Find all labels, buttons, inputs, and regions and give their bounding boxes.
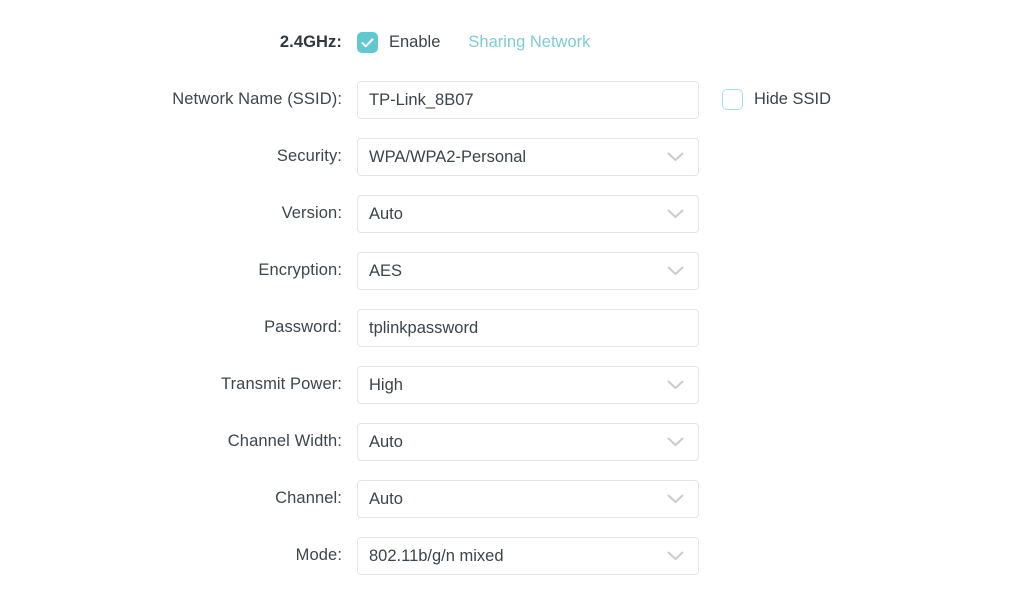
transmit-power-controls: High: [357, 365, 699, 404]
form-row-channel-width: Channel Width: Auto: [0, 413, 1024, 470]
ssid-label: Network Name (SSID):: [172, 90, 342, 108]
band-controls: Enable Sharing Network: [357, 32, 699, 53]
enable-label: Enable: [389, 33, 441, 51]
form-row-channel: Channel: Auto: [0, 470, 1024, 527]
band-label: 2.4GHz:: [279, 33, 342, 51]
form-row-encryption: Encryption: AES: [0, 242, 1024, 299]
transmit-power-select[interactable]: High: [357, 365, 699, 404]
channel-select-value: Auto: [369, 489, 403, 508]
security-select[interactable]: WPA/WPA2-Personal: [357, 137, 699, 176]
ssid-controls: TP-Link_8B07 Hide SSID: [357, 80, 831, 119]
password-controls: tplinkpassword: [357, 308, 699, 347]
sharing-network-link[interactable]: Sharing Network: [468, 33, 590, 52]
password-input[interactable]: tplinkpassword: [357, 308, 699, 347]
channel-width-select-value: Auto: [369, 432, 403, 451]
form-row-version: Version: Auto: [0, 185, 1024, 242]
enable-checkbox[interactable]: [357, 32, 378, 53]
security-controls: WPA/WPA2-Personal: [357, 137, 699, 176]
form-row-transmit-power: Transmit Power: High: [0, 356, 1024, 413]
form-row-password: Password: tplinkpassword: [0, 299, 1024, 356]
ssid-input[interactable]: TP-Link_8B07: [357, 80, 699, 119]
wireless-settings-form: 2.4GHz: Enable Sharing Network Network N…: [0, 0, 1024, 598]
mode-controls: 802.11b/g/n mixed: [357, 536, 699, 575]
chevron-down-icon: [667, 551, 684, 561]
chevron-down-icon: [667, 266, 684, 276]
transmit-power-select-value: High: [369, 375, 403, 394]
form-row-ssid: Network Name (SSID): TP-Link_8B07 Hide S…: [0, 71, 1024, 128]
mode-select[interactable]: 802.11b/g/n mixed: [357, 536, 699, 575]
ssid-input-value: TP-Link_8B07: [369, 90, 474, 109]
version-label: Version:: [281, 204, 342, 222]
password-label: Password:: [264, 318, 342, 336]
hide-ssid-checkbox[interactable]: [722, 89, 743, 110]
check-icon: [361, 37, 374, 47]
encryption-controls: AES: [357, 251, 699, 290]
channel-width-controls: Auto: [357, 422, 699, 461]
form-row-mode: Mode: 802.11b/g/n mixed: [0, 527, 1024, 584]
encryption-select-value: AES: [369, 261, 403, 280]
channel-label: Channel:: [275, 489, 342, 507]
version-select[interactable]: Auto: [357, 194, 699, 233]
mode-label: Mode:: [295, 546, 342, 564]
hide-ssid-label: Hide SSID: [754, 90, 832, 108]
channel-width-label: Channel Width:: [227, 432, 342, 450]
form-row-security: Security: WPA/WPA2-Personal: [0, 128, 1024, 185]
encryption-select[interactable]: AES: [357, 251, 699, 290]
form-row-band-enable: 2.4GHz: Enable Sharing Network: [0, 14, 1024, 71]
chevron-down-icon: [667, 380, 684, 390]
password-input-value: tplinkpassword: [369, 318, 479, 337]
enable-group: Enable Sharing Network: [357, 32, 699, 53]
transmit-power-label: Transmit Power:: [221, 375, 342, 393]
hide-ssid-group: Hide SSID: [722, 89, 831, 110]
chevron-down-icon: [667, 494, 684, 504]
channel-width-select[interactable]: Auto: [357, 422, 699, 461]
chevron-down-icon: [667, 209, 684, 219]
security-select-value: WPA/WPA2-Personal: [369, 147, 527, 166]
chevron-down-icon: [667, 152, 684, 162]
chevron-down-icon: [667, 437, 684, 447]
channel-select[interactable]: Auto: [357, 479, 699, 518]
version-controls: Auto: [357, 194, 699, 233]
security-label: Security:: [276, 147, 342, 165]
channel-controls: Auto: [357, 479, 699, 518]
encryption-label: Encryption:: [258, 261, 342, 279]
mode-select-value: 802.11b/g/n mixed: [369, 546, 504, 565]
version-select-value: Auto: [369, 204, 403, 223]
